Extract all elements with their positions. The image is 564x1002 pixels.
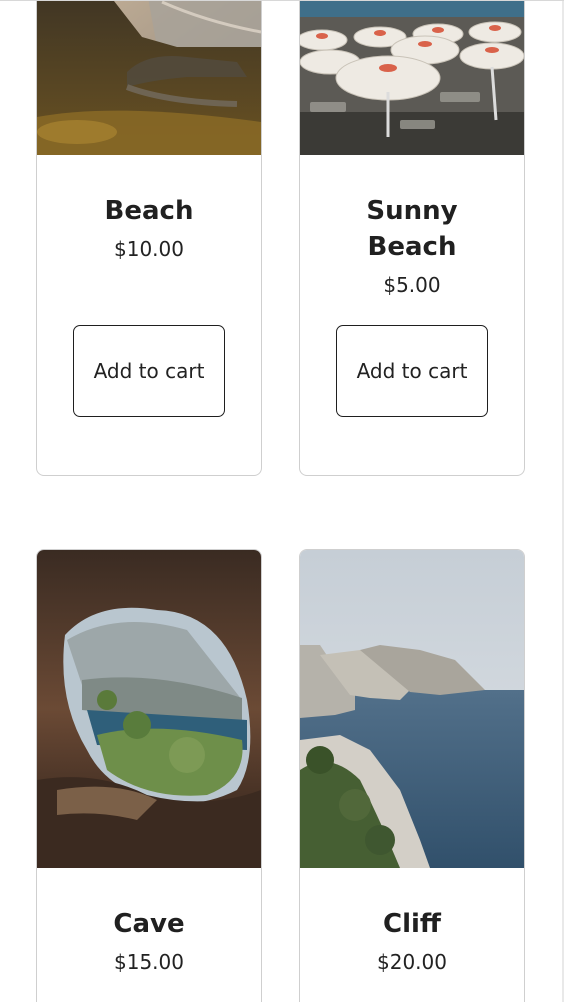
product-price: $10.00 <box>114 237 184 261</box>
product-image-cliff[interactable] <box>300 550 524 868</box>
product-price: $15.00 <box>114 950 184 974</box>
add-to-cart-button-beach[interactable]: Add to cart <box>73 325 225 417</box>
product-title: Cave <box>113 909 185 939</box>
product-card-beach: Beach $10.00 Add to cart <box>36 1 262 476</box>
product-info-beach: Beach $10.00 Add to cart <box>37 155 261 417</box>
product-grid: Beach $10.00 Add to cart Sunny Beach $5.… <box>0 0 564 1002</box>
product-info-cliff: Cliff $20.00 <box>300 868 524 976</box>
product-info-sunny-beach: Sunny Beach $5.00 Add to cart <box>300 155 524 417</box>
product-image-cave[interactable] <box>37 550 261 868</box>
product-title: Cliff <box>383 909 441 939</box>
product-card-cliff: Cliff $20.00 <box>299 549 525 1002</box>
product-info-cave: Cave $15.00 <box>37 868 261 976</box>
product-card-sunny-beach: Sunny Beach $5.00 Add to cart <box>299 1 525 476</box>
product-title: Sunny Beach <box>366 196 458 262</box>
product-image-beach[interactable] <box>37 1 261 155</box>
product-card-cave: Cave $15.00 <box>36 549 262 1002</box>
product-title: Beach <box>104 196 194 226</box>
add-to-cart-button-sunny-beach[interactable]: Add to cart <box>336 325 488 417</box>
product-price: $5.00 <box>383 273 441 297</box>
product-price: $20.00 <box>377 950 447 974</box>
product-image-sunny-beach[interactable] <box>300 1 524 155</box>
